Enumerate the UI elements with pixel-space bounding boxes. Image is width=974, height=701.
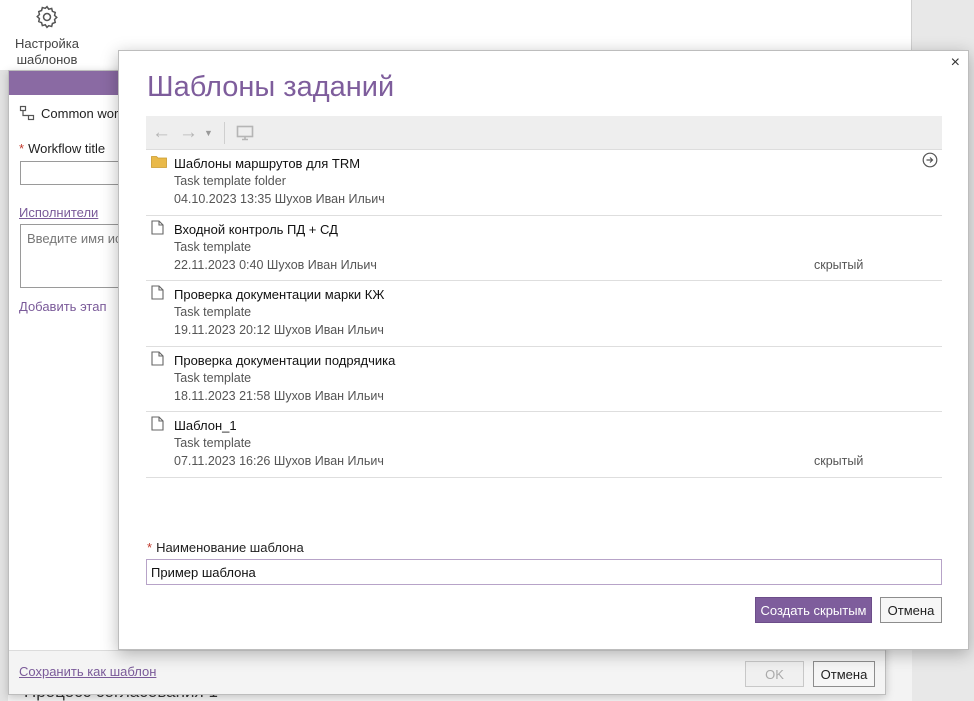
document-icon	[151, 285, 164, 303]
template-row[interactable]: Входной контроль ПД + СД Task template 22.…	[146, 216, 942, 282]
template-meta: 19.11.2023 20:12 Шухов Иван Ильич	[174, 323, 384, 338]
folder-icon	[151, 154, 167, 171]
cancel-button[interactable]: Отмена	[880, 597, 942, 623]
settings-label-line1: Настройка	[15, 36, 79, 51]
workflow-title-input[interactable]	[20, 161, 130, 185]
settings-label-line2: шаблонов	[16, 52, 78, 67]
forward-arrow-icon[interactable]: →	[179, 122, 198, 143]
template-name-input[interactable]	[146, 559, 942, 585]
gear-icon	[36, 5, 58, 29]
performers-link[interactable]: Исполнители	[19, 205, 98, 220]
template-type: Task template	[174, 305, 252, 320]
open-folder-arrow-icon[interactable]	[922, 152, 938, 171]
required-marker: *	[147, 540, 153, 555]
workflow-cancel-button[interactable]: Отмена	[813, 661, 875, 687]
workflow-dialog-title-row: Common work	[19, 105, 125, 121]
template-meta: 18.11.2023 21:58 Шухов Иван Ильич	[174, 388, 384, 403]
template-name-label: * Наименование шаблона	[147, 540, 304, 555]
performers-input[interactable]: Введите имя исп	[20, 224, 130, 288]
required-marker: *	[19, 141, 25, 156]
template-type: Task template folder	[174, 174, 286, 188]
template-name: Проверка документации марки КЖ	[174, 287, 385, 303]
left-strip	[0, 70, 8, 701]
template-type: Task template	[174, 239, 252, 254]
back-arrow-icon[interactable]: ←	[152, 122, 171, 143]
template-meta: 07.11.2023 16:26 Шухов Иван Ильич	[174, 454, 384, 469]
templates-list: Шаблоны маршрутов для TRM Task template f…	[146, 150, 942, 478]
navigation-toolbar: ← → ▼	[146, 116, 942, 150]
document-icon	[151, 416, 164, 434]
monitor-icon[interactable]	[236, 125, 254, 141]
template-status: скрытый	[814, 257, 864, 272]
document-icon	[151, 351, 164, 369]
template-name: Шаблоны маршрутов для TRM	[174, 156, 361, 171]
toolbar-divider	[223, 121, 225, 144]
history-dropdown-icon[interactable]: ▼	[204, 128, 213, 138]
workflow-dialog-title: Common work	[41, 105, 125, 121]
template-name: Входной контроль ПД + СД	[174, 221, 338, 237]
template-row[interactable]: Проверка документации подрядчика Task tem…	[146, 347, 942, 413]
workflow-icon	[19, 105, 35, 121]
dialog-title: Шаблоны заданий	[147, 71, 395, 103]
ok-button[interactable]: OK	[745, 661, 804, 687]
workflow-title-label: * Workflow title	[19, 141, 106, 156]
task-templates-dialog: × Шаблоны заданий ← → ▼ Шаблоны маршруто…	[118, 50, 969, 650]
template-settings-button[interactable]: Настройка шаблонов	[12, 4, 82, 68]
template-row[interactable]: Проверка документации марки КЖ Task templ…	[146, 281, 942, 347]
save-as-template-link[interactable]: Сохранить как шаблон	[19, 664, 156, 679]
workflow-dialog-footer: Сохранить как шаблон OK Отмена	[9, 650, 885, 694]
template-folder-row[interactable]: Шаблоны маршрутов для TRM Task template f…	[146, 150, 942, 216]
template-name: Проверка документации подрядчика	[174, 352, 396, 368]
template-row[interactable]: Шаблон_1 Task template 07.11.2023 16:26 Шу…	[146, 412, 942, 478]
create-hidden-button[interactable]: Создать скрытым	[755, 597, 872, 623]
template-type: Task template	[174, 370, 252, 385]
document-icon	[151, 220, 164, 238]
template-name: Шаблон_1	[174, 418, 237, 434]
template-meta: 04.10.2023 13:35 Шухов Иван Ильич	[174, 192, 385, 206]
add-stage-link[interactable]: Добавить этап	[19, 299, 107, 314]
template-status: скрытый	[814, 454, 864, 469]
template-type: Task template	[174, 436, 252, 451]
close-icon[interactable]: ×	[951, 54, 960, 72]
template-meta: 22.11.2023 0:40 Шухов Иван Ильич	[174, 257, 377, 272]
